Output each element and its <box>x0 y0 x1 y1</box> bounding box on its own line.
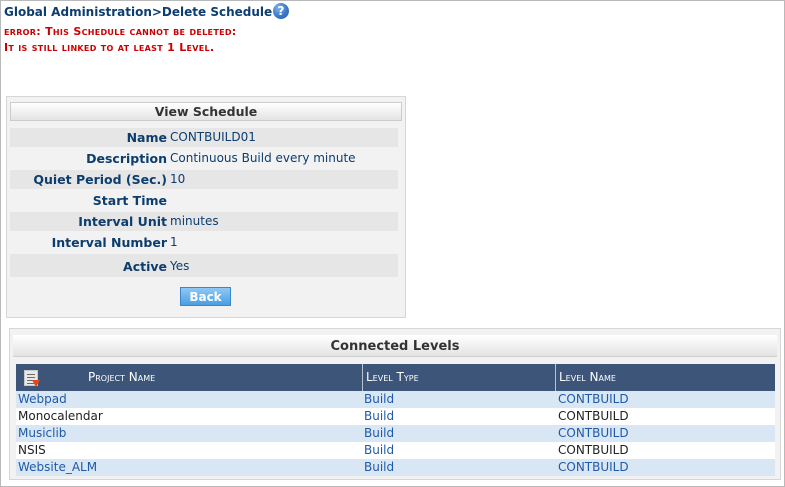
level-name-link[interactable]: CONTBUILD <box>558 459 629 476</box>
level-type-link[interactable]: Build <box>364 408 394 425</box>
field-value: Continuous Build every minute <box>170 151 356 165</box>
field-label: Interval Number <box>51 235 167 250</box>
table-row: Monocalendar Build CONTBUILD <box>16 408 775 425</box>
field-row-name: Name CONTBUILD01 <box>10 128 398 147</box>
table-row: Website_ALM Build CONTBUILD <box>16 459 775 476</box>
view-schedule-title: View Schedule <box>10 102 402 121</box>
project-name: NSIS <box>18 443 46 457</box>
field-row-quiet-period: Quiet Period (Sec.) 10 <box>10 170 398 189</box>
field-label: Interval Unit <box>78 214 167 229</box>
project-name: Monocalendar <box>18 409 103 423</box>
field-label: Quiet Period (Sec.) <box>33 172 167 187</box>
project-name-link[interactable]: Website_ALM <box>18 459 97 476</box>
view-schedule-panel: View Schedule Name CONTBUILD01 Descripti… <box>6 96 406 318</box>
back-button[interactable]: Back <box>180 287 231 306</box>
field-label: Start Time <box>92 193 167 208</box>
project-name-link[interactable]: Musiclib <box>18 425 66 442</box>
column-header-level-name[interactable]: Level Name <box>555 364 775 391</box>
table-row: Musiclib Build CONTBUILD <box>16 425 775 442</box>
level-type-link[interactable]: Build <box>364 425 394 442</box>
level-name: CONTBUILD <box>558 443 629 457</box>
field-row-start-time: Start Time <box>10 191 398 210</box>
field-row-interval-number: Interval Number 1 <box>10 233 398 252</box>
field-label: Description <box>86 151 167 166</box>
error-message: error: This Schedule cannot be deleted: … <box>4 24 237 56</box>
field-value: 10 <box>170 172 186 186</box>
table-row: Webpad Build CONTBUILD <box>16 391 775 408</box>
help-icon[interactable]: ? <box>273 3 289 19</box>
field-row-description: Description Continuous Build every minut… <box>10 149 398 168</box>
field-value: CONTBUILD01 <box>170 130 256 144</box>
field-row-interval-unit: Interval Unit minutes <box>10 212 398 231</box>
table-header: Project Name Level Type Level Name <box>16 364 775 391</box>
connected-levels-title: Connected Levels <box>13 335 777 357</box>
level-name: CONTBUILD <box>558 409 629 423</box>
field-label: Active <box>123 259 167 274</box>
field-value: minutes <box>170 214 219 228</box>
column-header-level-type[interactable]: Level Type <box>362 364 555 391</box>
level-type-link[interactable]: Build <box>364 442 394 459</box>
level-type-link[interactable]: Build <box>364 459 394 476</box>
error-line-1: error: This Schedule cannot be deleted: <box>4 25 237 38</box>
field-value: 1 <box>170 235 178 249</box>
level-name-link[interactable]: CONTBUILD <box>558 391 629 408</box>
field-value: Yes <box>170 259 190 273</box>
level-type-link[interactable]: Build <box>364 391 394 408</box>
level-name-link[interactable]: CONTBUILD <box>558 425 629 442</box>
project-name-link[interactable]: Webpad <box>18 391 67 408</box>
field-label: Name <box>126 130 167 145</box>
error-line-2: It is still linked to at least 1 Level. <box>4 41 215 54</box>
column-header-project-name[interactable]: Project Name <box>16 364 362 391</box>
field-row-active: Active Yes <box>10 254 398 277</box>
table-row: NSIS Build CONTBUILD <box>16 442 775 459</box>
connected-levels-panel: Connected Levels Project Name Level Type… <box>9 328 781 480</box>
breadcrumb: Global Administration>Delete Schedule <box>4 5 273 19</box>
